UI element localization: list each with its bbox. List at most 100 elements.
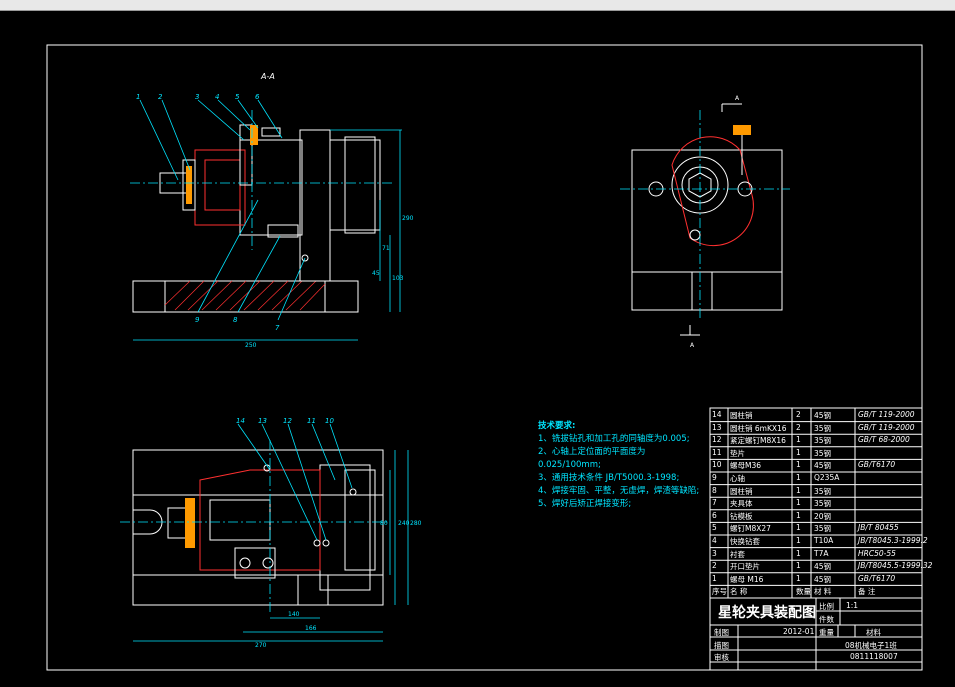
bom-name-cell: 圆柱销 6mKX16 bbox=[730, 423, 787, 433]
bom-note-cell: GB/T 119-2000 bbox=[858, 410, 915, 419]
bom-no-cell: 10 bbox=[712, 460, 722, 470]
bom-mat-cell: 45钢 bbox=[814, 411, 832, 420]
drawn-label: 制图 bbox=[714, 628, 729, 637]
part-num-6: 6 bbox=[255, 93, 260, 101]
bom-mat-cell: 20钢 bbox=[814, 511, 832, 521]
bom-no-cell: 5 bbox=[712, 523, 717, 533]
bom-qty-cell: 2 bbox=[796, 410, 801, 419]
bom-qty-cell: 1 bbox=[796, 460, 801, 470]
bom-header-name: 名 称 bbox=[730, 587, 748, 597]
part-num-8: 8 bbox=[233, 316, 238, 324]
piece-label: 件数 bbox=[819, 615, 834, 624]
part-num-7: 7 bbox=[275, 324, 280, 332]
bom-no-cell: 8 bbox=[712, 485, 717, 495]
bom-mat-cell: T7A bbox=[814, 548, 829, 558]
bom-name-cell: 螺母 M16 bbox=[730, 574, 764, 584]
dim-bottom-2: 166 bbox=[305, 625, 317, 632]
bom-name-cell: 螺母M36 bbox=[730, 461, 762, 471]
tech-title: 技术要求: bbox=[538, 421, 576, 431]
bom-no-cell: 14 bbox=[712, 410, 722, 419]
bom-name-cell: 垫片 bbox=[730, 448, 745, 458]
dim-bottom-5: 280 bbox=[410, 520, 422, 527]
bom-no-cell: 7 bbox=[712, 498, 717, 508]
bom-qty-cell: 1 bbox=[796, 573, 801, 583]
side-view: A A bbox=[620, 95, 790, 349]
bom-qty-cell: 1 bbox=[796, 485, 801, 495]
bom-mat-cell: 35钢 bbox=[814, 499, 832, 509]
drawing-svg: A-A 250 71 45 103 290 1 2 3 4 5 6 9 8 7 … bbox=[46, 44, 923, 671]
bom-no-cell: 11 bbox=[712, 447, 722, 457]
dim-width-top: 250 bbox=[245, 342, 257, 349]
scale-value: 1:1 bbox=[846, 601, 859, 610]
bom-mat-cell: 35钢 bbox=[814, 436, 832, 446]
class-value: 08机械电子1班 bbox=[845, 641, 897, 650]
weight-label: 重量 bbox=[819, 628, 834, 637]
bom-note-cell: JB/T8045.5-1999.32 bbox=[858, 561, 933, 571]
tech-requirements: 技术要求: 1、铣拔钻孔和加工孔的同轴度为0.005; 2、心轴上定位面的平面度… bbox=[538, 420, 708, 511]
bom-name-cell: 圆柱销 bbox=[730, 411, 753, 420]
bom-header-no: 序号 bbox=[712, 587, 727, 597]
bom-header-note: 备 注 bbox=[858, 587, 876, 597]
bom-qty-cell: 1 bbox=[796, 523, 801, 533]
drawn-date: 2012-01 bbox=[783, 627, 815, 636]
dim-bottom-4: 240 bbox=[398, 520, 410, 527]
bom-name-cell: 钻模板 bbox=[730, 511, 753, 521]
plan-view: 14 13 12 11 10 270 166 140 240 280 80 bbox=[120, 417, 422, 649]
part-num-12: 12 bbox=[283, 417, 292, 425]
bom-no-cell: 13 bbox=[712, 422, 722, 432]
part-num-1: 1 bbox=[136, 93, 140, 101]
section-view-aa: A-A 250 71 45 103 290 1 2 3 4 5 6 9 8 7 bbox=[130, 72, 414, 349]
bom-mat-cell: 35钢 bbox=[814, 524, 832, 534]
part-num-3: 3 bbox=[195, 93, 199, 101]
material-label: 材料 bbox=[866, 628, 881, 637]
bom-no-cell: 12 bbox=[712, 435, 722, 445]
bom-name-cell: 圆柱销 bbox=[730, 486, 753, 496]
bom-no-cell: 4 bbox=[712, 536, 717, 545]
bom-note-cell: GB/T6170 bbox=[858, 573, 896, 583]
bom-note-cell: GB/T6170 bbox=[858, 460, 896, 470]
bom-mat-cell: 45钢 bbox=[814, 574, 832, 584]
part-num-4: 4 bbox=[215, 93, 219, 101]
bom-name-cell: 心轴 bbox=[730, 474, 745, 483]
bom-mat-cell: 35钢 bbox=[814, 486, 832, 496]
tech-item-3: 3、通用技术条件 JB/T5000.3-1998; bbox=[538, 473, 680, 483]
dim-height-3: 103 bbox=[392, 275, 404, 282]
bom-no-cell: 6 bbox=[712, 510, 717, 520]
drawing-title: 星轮夹具装配图 bbox=[718, 605, 816, 621]
part-num-9: 9 bbox=[195, 316, 200, 324]
bom-name-cell: 开口垫片 bbox=[730, 562, 760, 572]
part-num-10: 10 bbox=[325, 417, 334, 425]
bom-mat-cell: 35钢 bbox=[814, 448, 832, 458]
bom-mat-cell: Q235A bbox=[814, 473, 840, 482]
bom-name-cell: 快换钻套 bbox=[730, 537, 760, 546]
bom-note-cell: GB/T 68-2000 bbox=[858, 435, 910, 445]
dim-height-2: 45 bbox=[372, 270, 380, 277]
bom-name-cell: 螺钉M8X27 bbox=[730, 524, 771, 534]
bom-no-cell: 1 bbox=[712, 573, 717, 583]
bom-qty-cell: 1 bbox=[796, 447, 801, 457]
tech-item-4: 4、焊接牢固、平整，无虚焊，焊渣等缺陷; bbox=[538, 486, 700, 496]
dim-height-4: 290 bbox=[402, 215, 414, 222]
cad-drawing-canvas[interactable]: A-A 250 71 45 103 290 1 2 3 4 5 6 9 8 7 … bbox=[0, 11, 955, 683]
bom-qty-cell: 1 bbox=[796, 473, 801, 482]
check-label: 描图 bbox=[714, 641, 729, 650]
window-top-strip bbox=[0, 0, 955, 11]
bom-qty-cell: 1 bbox=[796, 561, 801, 571]
dim-bottom-total: 270 bbox=[255, 642, 267, 649]
bom-qty-cell: 1 bbox=[796, 548, 801, 558]
dim-height-1: 71 bbox=[382, 245, 390, 252]
bom-qty-cell: 1 bbox=[796, 498, 801, 508]
section-label: A-A bbox=[260, 72, 275, 81]
part-num-13: 13 bbox=[258, 417, 267, 425]
part-num-14: 14 bbox=[236, 417, 245, 425]
part-num-11: 11 bbox=[307, 417, 316, 425]
dim-bottom-6: 80 bbox=[380, 520, 388, 527]
bom-name-cell: 紧定螺钉M8X16 bbox=[730, 436, 786, 446]
bom-header-mat: 材 料 bbox=[814, 587, 832, 597]
bom-mat-cell: 45钢 bbox=[814, 461, 832, 471]
bom-name-cell: 夹具体 bbox=[730, 499, 753, 509]
scale-label: 比例 bbox=[819, 602, 834, 611]
tech-item-1: 1、铣拔钻孔和加工孔的同轴度为0.005; bbox=[538, 434, 690, 444]
view-marker-bottom: A bbox=[690, 342, 695, 349]
bom-no-cell: 2 bbox=[712, 561, 717, 571]
